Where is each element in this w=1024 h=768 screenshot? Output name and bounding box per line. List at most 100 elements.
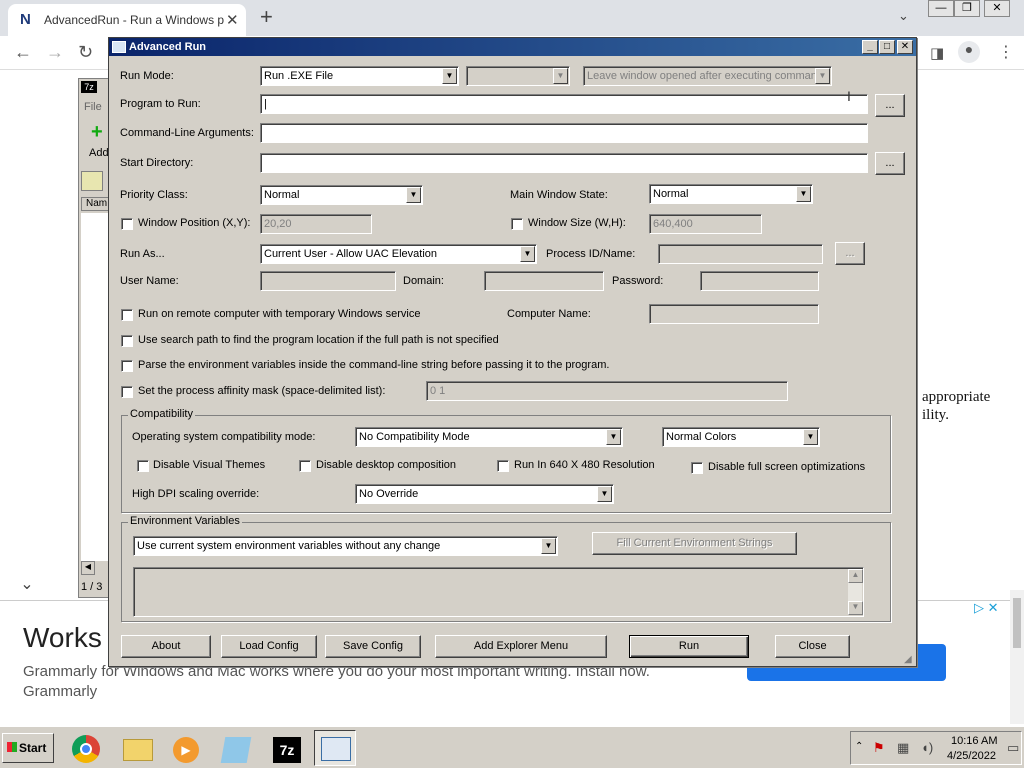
taskbar-advancedrun[interactable]	[314, 730, 356, 766]
scroll-left-icon[interactable]: ◀	[81, 561, 95, 575]
dpi-value: No Override	[359, 488, 419, 500]
volume-icon[interactable]: ◖)	[921, 740, 933, 755]
back-arrow-icon[interactable]: ←	[14, 42, 32, 63]
run-button[interactable]: Run	[629, 635, 749, 658]
disable-desktop-checkbox[interactable]	[299, 460, 311, 472]
run-640-label: Run In 640 X 480 Resolution	[514, 459, 655, 471]
parse-env-label: Parse the environment variables inside t…	[138, 359, 610, 371]
window-restore-button[interactable]: ❐	[954, 0, 980, 17]
affinity-checkbox[interactable]	[121, 386, 133, 398]
window-close-button[interactable]: ✕	[984, 0, 1010, 17]
tab-title: AdvancedRun - Run a Windows pro	[44, 13, 224, 27]
colors-select[interactable]: Normal Colors ▼	[662, 427, 820, 447]
clock-date[interactable]: 4/25/2022	[947, 750, 996, 762]
maximize-button[interactable]: □	[879, 40, 895, 54]
page-text: appropriate ility.	[922, 388, 990, 424]
scroll-up-icon: ▲	[848, 569, 863, 583]
run-as-select[interactable]: Current User - Allow UAC Elevation ▼	[260, 244, 537, 264]
new-tab-button[interactable]: +	[260, 4, 273, 30]
tray-expand-icon[interactable]: ⌃	[855, 741, 863, 752]
main-state-value: Normal	[653, 188, 689, 200]
run-640-checkbox[interactable]	[497, 460, 509, 472]
security-icon[interactable]: ⚑	[873, 740, 885, 756]
profile-avatar-icon[interactable]: ●	[958, 41, 980, 63]
args-input[interactable]	[260, 123, 868, 143]
taskbar-7zip[interactable]: 7z	[264, 730, 306, 766]
browser-tab[interactable]: N AdvancedRun - Run a Windows pro ✕	[8, 4, 246, 36]
priority-select[interactable]: Normal ▼	[260, 185, 423, 205]
domain-label: Domain:	[403, 275, 444, 287]
forward-arrow-icon[interactable]: →	[46, 42, 64, 63]
remote-checkbox[interactable]	[121, 309, 133, 321]
close-icon[interactable]: ✕	[897, 40, 913, 54]
start-dir-input[interactable]	[260, 153, 868, 173]
tab-close-icon[interactable]: ✕	[226, 11, 239, 29]
page-text-line: appropriate	[922, 389, 991, 405]
ad-headline[interactable]: Works	[23, 622, 102, 654]
save-config-button[interactable]: Save Config	[325, 635, 421, 658]
ad-body[interactable]: Grammarly for Windows and Mac works wher…	[23, 662, 713, 702]
start-button[interactable]: Start	[2, 733, 54, 763]
compat-mode-label: Operating system compatibility mode:	[132, 431, 316, 443]
chevron-down-icon[interactable]: ⌄	[10, 570, 44, 600]
add-label: Add	[89, 147, 109, 159]
network-icon[interactable]: ▦	[897, 740, 909, 756]
search-path-label: Use search path to find the program loca…	[138, 334, 499, 346]
file-list[interactable]	[81, 213, 111, 561]
affinity-input: 0 1	[426, 381, 788, 401]
start-label: Start	[19, 741, 47, 755]
priority-value: Normal	[264, 189, 300, 201]
taskbar-chrome[interactable]	[64, 730, 106, 766]
menu-dots-icon[interactable]: ⋮	[998, 42, 1014, 62]
disable-fullscreen-checkbox[interactable]	[691, 462, 703, 474]
notepad-icon	[220, 737, 252, 763]
chevron-down-icon: ▼	[520, 246, 535, 262]
disable-themes-checkbox[interactable]	[137, 460, 149, 472]
env-select[interactable]: Use current system environment variables…	[133, 536, 558, 556]
disable-fullscreen-label: Disable full screen optimizations	[708, 461, 866, 473]
dialog-title: Advanced Run	[129, 41, 207, 53]
up-folder-icon[interactable]	[81, 171, 103, 191]
sevenzip-window[interactable]: 7z File + Add Nam ◀ 1 / 3	[78, 78, 112, 598]
program-browse-button[interactable]: ...	[875, 94, 905, 117]
window-position-checkbox[interactable]	[121, 218, 133, 230]
parse-env-checkbox[interactable]	[121, 360, 133, 372]
window-size-checkbox[interactable]	[511, 218, 523, 230]
advanced-run-dialog: Advanced Run _ □ ✕ Run Mode: Run .EXE Fi…	[108, 37, 917, 667]
main-state-select[interactable]: Normal ▼	[649, 184, 813, 204]
page-scrollbar[interactable]	[1010, 590, 1024, 724]
program-input[interactable]: |	[260, 94, 868, 114]
taskbar-media-player[interactable]: ▶	[164, 730, 206, 766]
dpi-select[interactable]: No Override ▼	[355, 484, 614, 504]
menu-file[interactable]: File	[84, 101, 102, 113]
close-button[interactable]: Close	[775, 635, 850, 658]
media-player-icon: ▶	[173, 737, 199, 763]
run-mode-select[interactable]: Run .EXE File ▼	[260, 66, 459, 86]
taskbar-notepad[interactable]	[214, 730, 256, 766]
about-button[interactable]: About	[121, 635, 211, 658]
search-path-checkbox[interactable]	[121, 335, 133, 347]
clock-time[interactable]: 10:16 AM	[951, 735, 997, 747]
resize-grip-icon[interactable]: ◢	[904, 654, 912, 665]
window-size-input: 640,400	[649, 214, 762, 234]
window-minimize-button[interactable]: —	[928, 0, 954, 17]
browser-tab-bar: N AdvancedRun - Run a Windows pro ✕ + ⌄ …	[0, 0, 1024, 36]
load-config-button[interactable]: Load Config	[221, 635, 317, 658]
app-icon	[112, 41, 126, 53]
ad-choices-icon[interactable]: ▷ ✕	[974, 600, 999, 616]
add-explorer-menu-button[interactable]: Add Explorer Menu	[435, 635, 607, 658]
env-scrollbar: ▲ ▼	[847, 569, 863, 615]
run-as-value: Current User - Allow UAC Elevation	[264, 248, 438, 260]
taskbar-explorer[interactable]	[116, 730, 158, 766]
add-icon[interactable]: +	[91, 122, 107, 142]
compat-mode-select[interactable]: No Compatibility Mode ▼	[355, 427, 623, 447]
column-header-name[interactable]: Nam	[81, 197, 111, 211]
start-dir-browse-button[interactable]: ...	[875, 152, 905, 175]
minimize-button[interactable]: _	[862, 40, 878, 54]
chevron-down-icon: ▼	[442, 68, 457, 84]
reload-icon[interactable]: ↻	[78, 42, 93, 63]
dialog-titlebar[interactable]: Advanced Run _ □ ✕	[109, 38, 916, 56]
sidebar-icon[interactable]: ◨	[930, 44, 944, 62]
tab-search-icon[interactable]: ⌄	[898, 8, 909, 24]
notification-icon[interactable]: ▭	[1007, 740, 1019, 756]
